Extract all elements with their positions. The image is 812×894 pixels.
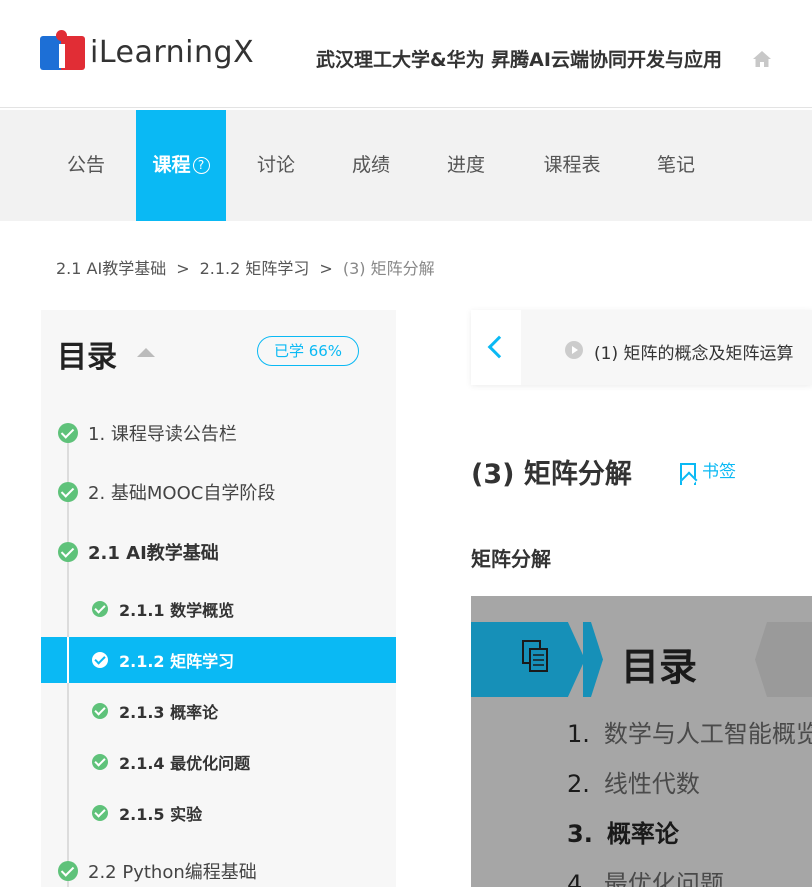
toc-item-active[interactable]: 2.1.2 矩阵学习 [41, 637, 396, 683]
slide-image: 目录 1. 数学与人工智能概览 2. 线性代数 3. 概率论 4. 最优化问题 [471, 596, 812, 887]
progress-badge: 已学 66% [257, 336, 359, 366]
prev-arrow-icon[interactable] [471, 310, 521, 385]
slide-line: 1. 数学与人工智能概览 [567, 720, 812, 748]
check-icon [58, 423, 78, 443]
tab-notes[interactable]: 笔记 [640, 110, 712, 221]
check-icon [58, 861, 78, 881]
slide-heading: 目录 [621, 645, 698, 689]
tab-discussion[interactable]: 讨论 [240, 110, 312, 221]
breadcrumb-item[interactable]: 2.1.2 矩阵学习 [200, 259, 310, 278]
tab-progress[interactable]: 进度 [430, 110, 502, 221]
slide-line: 4. 最优化问题 [567, 870, 724, 887]
prev-item-card: (1) 矩阵的概念及矩阵运算 [471, 310, 812, 385]
course-title: 武汉理工大学&华为 昇腾AI云端协同开发与应用 [316, 49, 722, 71]
prev-item-link[interactable]: (1) 矩阵的概念及矩阵运算 [521, 310, 812, 385]
check-icon [92, 652, 108, 668]
prev-item-title: (1) 矩阵的概念及矩阵运算 [594, 344, 794, 364]
document-icon [522, 640, 548, 672]
toc-item[interactable]: 2.1.1 数学概览 [41, 586, 396, 632]
play-icon [565, 341, 583, 359]
home-icon[interactable] [752, 50, 772, 68]
tab-grades[interactable]: 成绩 [335, 110, 407, 221]
toc-title: 目录 [57, 340, 117, 375]
help-icon[interactable]: ? [192, 157, 210, 174]
check-icon [92, 805, 108, 821]
breadcrumb-item[interactable]: 2.1 AI教学基础 [56, 259, 166, 278]
logo-icon [40, 30, 86, 74]
check-icon [92, 754, 108, 770]
toc-item[interactable]: 2.1 AI教学基础 [41, 529, 396, 575]
toc-item[interactable]: 1. 课程导读公告栏 [41, 410, 396, 456]
collapse-caret-icon[interactable] [137, 348, 155, 357]
page-title: (3) 矩阵分解 [471, 459, 632, 490]
ilearningx-logo[interactable]: iLearningX [40, 28, 254, 76]
tab-schedule[interactable]: 课程表 [532, 110, 612, 221]
section-title: 矩阵分解 [471, 547, 551, 571]
tab-course[interactable]: 课程? [136, 110, 226, 221]
breadcrumb-separator: > [319, 259, 333, 278]
toc-item[interactable]: 2.1.5 实验 [41, 790, 396, 836]
toc-item[interactable]: 2. 基础MOOC自学阶段 [41, 469, 396, 515]
slide-line: 2. 线性代数 [567, 770, 700, 798]
breadcrumb-current: (3) 矩阵分解 [342, 259, 435, 278]
breadcrumb: 2.1 AI教学基础 >2.1.2 矩阵学习 > (3) 矩阵分解 [56, 255, 435, 279]
toc-item[interactable]: 2.1.4 最优化问题 [41, 739, 396, 785]
bookmark-icon [680, 463, 696, 485]
slide-line: 3. 概率论 [567, 820, 679, 848]
check-icon [58, 542, 78, 562]
logo-text: iLearningX [90, 34, 255, 70]
check-icon [92, 601, 108, 617]
check-icon [92, 703, 108, 719]
course-nav: 公告 课程? 讨论 成绩 进度 课程表 笔记 [0, 110, 812, 221]
toc-sidebar: 目录 已学 66% 1. 课程导读公告栏 2. 基础MOOC自学阶段 2.1 A… [41, 310, 396, 887]
toc-item[interactable]: 2.2 Python编程基础 [41, 848, 396, 894]
bookmark-button[interactable]: 书签 [680, 457, 736, 485]
toc-item[interactable]: 2.1.3 概率论 [41, 688, 396, 734]
breadcrumb-separator: > [176, 259, 190, 278]
tab-announcements[interactable]: 公告 [50, 110, 122, 221]
top-header: iLearningX 武汉理工大学&华为 昇腾AI云端协同开发与应用 [0, 0, 812, 108]
check-icon [58, 482, 78, 502]
